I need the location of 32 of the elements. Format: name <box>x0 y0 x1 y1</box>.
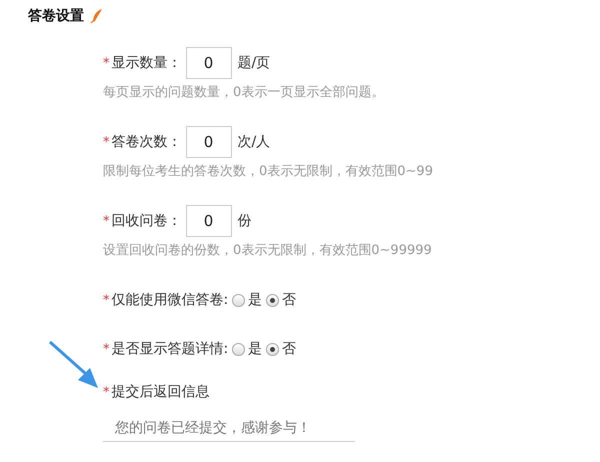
option-label: 否 <box>282 291 296 309</box>
radio-button[interactable] <box>232 294 246 306</box>
unit-label: 题/页 <box>238 54 270 72</box>
radio-button[interactable] <box>266 342 280 356</box>
feather-icon <box>90 8 104 24</box>
radio-button[interactable] <box>232 342 246 356</box>
field-label: 是否显示答题详情: <box>112 340 228 358</box>
required-mark: * <box>103 134 110 150</box>
unit-label: 份 <box>238 212 252 230</box>
number-field[interactable]: 0 <box>186 126 232 158</box>
option-label: 是 <box>248 340 262 358</box>
hint-text: 设置回收问卷的份数，0表示无限制，有效范围0~99999 <box>103 242 433 260</box>
field-label: 回收问卷： <box>112 212 182 230</box>
option-label: 否 <box>282 340 296 358</box>
required-mark: * <box>103 384 110 400</box>
field-label: 显示数量： <box>112 54 182 72</box>
required-mark: * <box>103 56 110 70</box>
pointer-arrow <box>49 340 98 388</box>
hint-text: 限制每位考生的答卷次数，0表示无限制，有效范围0~99 <box>103 163 434 181</box>
radio-button[interactable] <box>266 294 280 306</box>
field-label: 提交后返回信息 <box>112 383 210 401</box>
number-field[interactable]: 0 <box>186 205 232 237</box>
unit-label: 次/人 <box>238 133 270 151</box>
option-label: 是 <box>248 291 262 309</box>
required-mark: * <box>103 342 110 356</box>
section-title: 答卷设置 <box>28 7 84 25</box>
number-field[interactable]: 0 <box>186 47 232 79</box>
field-label: 答卷次数： <box>112 133 182 151</box>
required-mark: * <box>103 292 110 308</box>
hint-text: 每页显示的问题数量，0表示一页显示全部问题。 <box>103 84 386 102</box>
field-label: 仅能使用微信答卷: <box>112 291 228 309</box>
required-mark: * <box>103 214 110 228</box>
